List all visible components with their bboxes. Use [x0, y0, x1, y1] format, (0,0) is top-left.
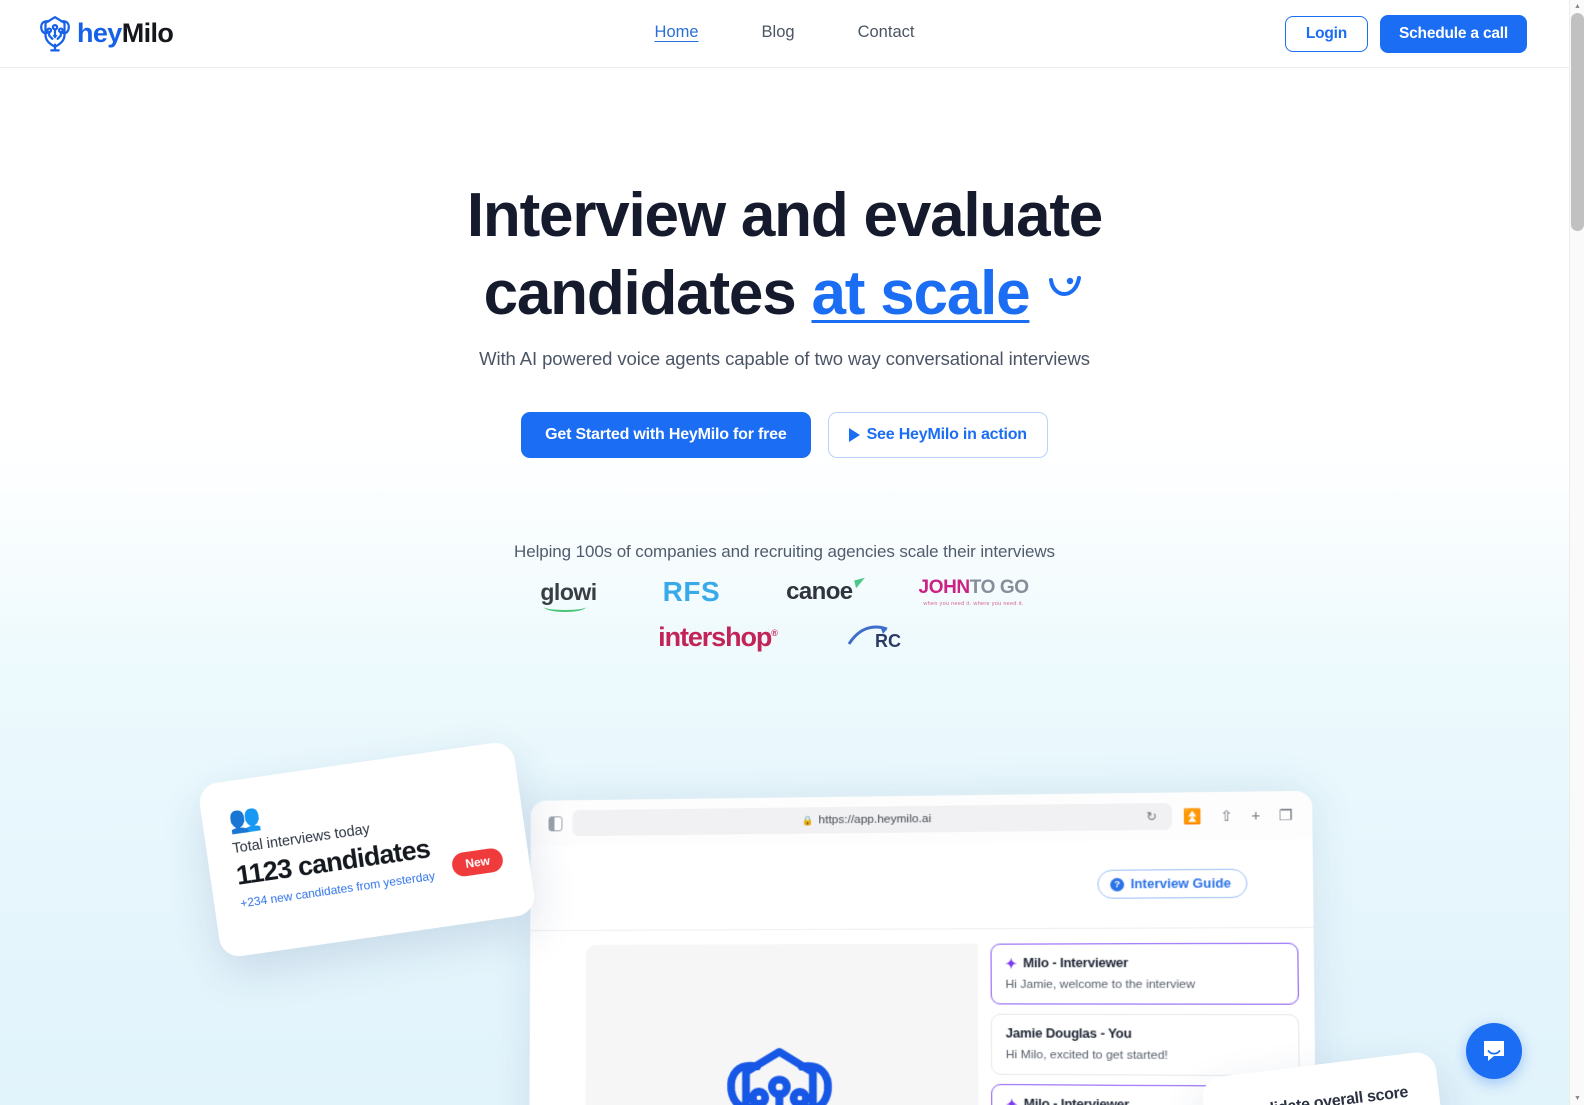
browser-toolbar-icons: ⏫ ⇧ + ❐ [1183, 807, 1293, 825]
brand-logo-canoe: canoe [786, 577, 867, 606]
browser-toolbar: 🔒 https://app.heymilo.ai ↻ ⏫ ⇧ + ❐ [530, 790, 1313, 847]
address-bar-url: https://app.heymilo.ai [818, 812, 932, 827]
chat-bubble-icon [1484, 1041, 1504, 1061]
hero-subtitle: With AI powered voice agents capable of … [479, 348, 1090, 369]
see-in-action-label: See HeyMilo in action [866, 426, 1027, 443]
nav-item-contact[interactable]: Contact [858, 23, 915, 44]
get-started-button[interactable]: Get Started with HeyMilo for free [521, 412, 811, 458]
logo-link[interactable]: heyMilo [38, 14, 174, 52]
brand-logo-glowi: glowi [540, 578, 597, 612]
brand-logo-canoe-text: canoe [786, 578, 853, 605]
intershop-trademark: ® [771, 627, 778, 638]
message-speaker-label: Milo - Interviewer [1023, 1096, 1130, 1105]
interview-guide-label: Interview Guide [1130, 876, 1232, 892]
lock-icon: 🔒 [801, 814, 814, 826]
share-icon[interactable]: ⇧ [1220, 807, 1233, 824]
nav-item-home[interactable]: Home [655, 23, 699, 44]
logo-text-milo: Milo [121, 17, 174, 48]
message-text: Hi Jamie, welcome to the interview [1005, 978, 1196, 992]
scrollbar-thumb[interactable] [1571, 13, 1584, 231]
new-tab-icon[interactable]: + [1251, 807, 1260, 824]
schedule-call-button[interactable]: Schedule a call [1380, 14, 1527, 53]
login-button[interactable]: Login [1284, 15, 1368, 52]
brand-logo-rc: RC [847, 620, 911, 654]
header-actions: Login Schedule a call [1284, 14, 1527, 53]
logo-text-hey: hey [77, 17, 122, 48]
play-icon [848, 428, 860, 442]
reload-icon[interactable]: ↻ [1146, 809, 1157, 824]
address-bar[interactable]: 🔒 https://app.heymilo.ai ↻ [572, 802, 1173, 837]
app-body: ✦ Milo - Interviewer Hi Jamie, welcome t… [529, 927, 1317, 1105]
hero-title-highlight[interactable]: at scale [812, 259, 1031, 328]
hero-title-line2-pre: candidates [483, 259, 812, 328]
message-speaker-label: Jamie Douglas - You [1005, 1026, 1132, 1042]
svg-text:RC: RC [875, 631, 901, 651]
message-text: Hi Milo, excited to get started! [1005, 1048, 1169, 1063]
see-in-action-button[interactable]: See HeyMilo in action [827, 412, 1048, 458]
hero-title-line2: candidates at scale [0, 257, 1569, 325]
info-icon: ? [1110, 877, 1125, 891]
johntogo-tagline: when you need it. where you need it. [923, 601, 1024, 607]
message-speaker: Jamie Douglas - You [1006, 1026, 1284, 1041]
johntogo-main: JOHNTO GO [919, 577, 1029, 599]
brand-logos-row-2: intershop® RC [0, 620, 1569, 654]
nav-item-blog[interactable]: Blog [762, 23, 795, 44]
sparkle-icon: ✦ [1005, 955, 1017, 971]
transcript-message: Jamie Douglas - You Hi Milo, excited to … [990, 1013, 1300, 1077]
scrollbar-down-arrow[interactable]: ▼ [1570, 1092, 1584, 1105]
product-mockup: 🔒 https://app.heymilo.ai ↻ ⏫ ⇧ + ❐ ? Int [0, 740, 1569, 1105]
candidate-score-title: Candidate overall score [1234, 1083, 1410, 1105]
canoe-leaf-icon [853, 577, 867, 589]
johntogo-togo: TO GO [969, 577, 1029, 598]
milo-avatar-logo-icon [720, 1041, 840, 1105]
brand-logo-johntogo: JOHNTO GO when you need it. where you ne… [919, 577, 1029, 607]
brand-logo-rfs: RFS [662, 576, 721, 607]
intercom-chat-launcher[interactable] [1466, 1023, 1522, 1079]
brand-logos-row-1: glowi RFS canoe JOHNTO GO when you need … [0, 576, 1569, 612]
page-scrollbar[interactable]: ▲ ▼ [1569, 0, 1584, 1105]
total-interviews-card: 👥 Total interviews today 1123 candidates… [197, 740, 537, 959]
page-scroll-container: heyMilo Home Blog Contact Login Schedule… [0, 0, 1569, 1105]
brand-logo-glowi-text: glowi [540, 578, 597, 605]
scrollbar-up-arrow[interactable]: ▲ [1570, 0, 1584, 13]
sparkle-icon: ✦ [1005, 1095, 1018, 1105]
glowi-swoosh-icon [544, 602, 587, 612]
hero-section: Interview and evaluate candidates at sca… [0, 68, 1569, 1105]
transcript-message: ✦ Milo - Interviewer Hi Jamie, welcome t… [990, 942, 1299, 1005]
hero-cta-row: Get Started with HeyMilo for free See He… [0, 412, 1569, 458]
tabs-icon[interactable]: ❐ [1279, 807, 1293, 824]
interview-guide-button[interactable]: ? Interview Guide [1097, 868, 1248, 899]
brand-logo-intershop-text: intershop [658, 621, 772, 652]
sidebar-toggle-icon[interactable] [548, 815, 563, 831]
logo-text: heyMilo [77, 17, 174, 48]
app-header-strip: ? Interview Guide [530, 838, 1314, 932]
johntogo-john: JOHN [918, 577, 971, 598]
browser-window-mockup: 🔒 https://app.heymilo.ai ↻ ⏫ ⇧ + ❐ ? Int [529, 790, 1317, 1105]
brand-logo-intershop: intershop® [658, 621, 778, 653]
social-proof-text: Helping 100s of companies and recruiting… [514, 542, 1055, 561]
message-speaker: ✦ Milo - Interviewer [1005, 955, 1283, 970]
dog-circuit-logo-icon [40, 16, 70, 52]
download-icon[interactable]: ⏫ [1183, 808, 1202, 825]
site-header: heyMilo Home Blog Contact Login Schedule… [0, 0, 1569, 68]
page-title: Interview and evaluate candidates at sca… [0, 68, 1569, 325]
main-nav: Home Blog Contact [655, 23, 915, 44]
wink-smiley-icon [1043, 257, 1085, 319]
interview-video-panel [585, 943, 979, 1105]
hero-title-line1: Interview and evaluate [466, 181, 1103, 250]
message-speaker-label: Milo - Interviewer [1022, 955, 1129, 971]
